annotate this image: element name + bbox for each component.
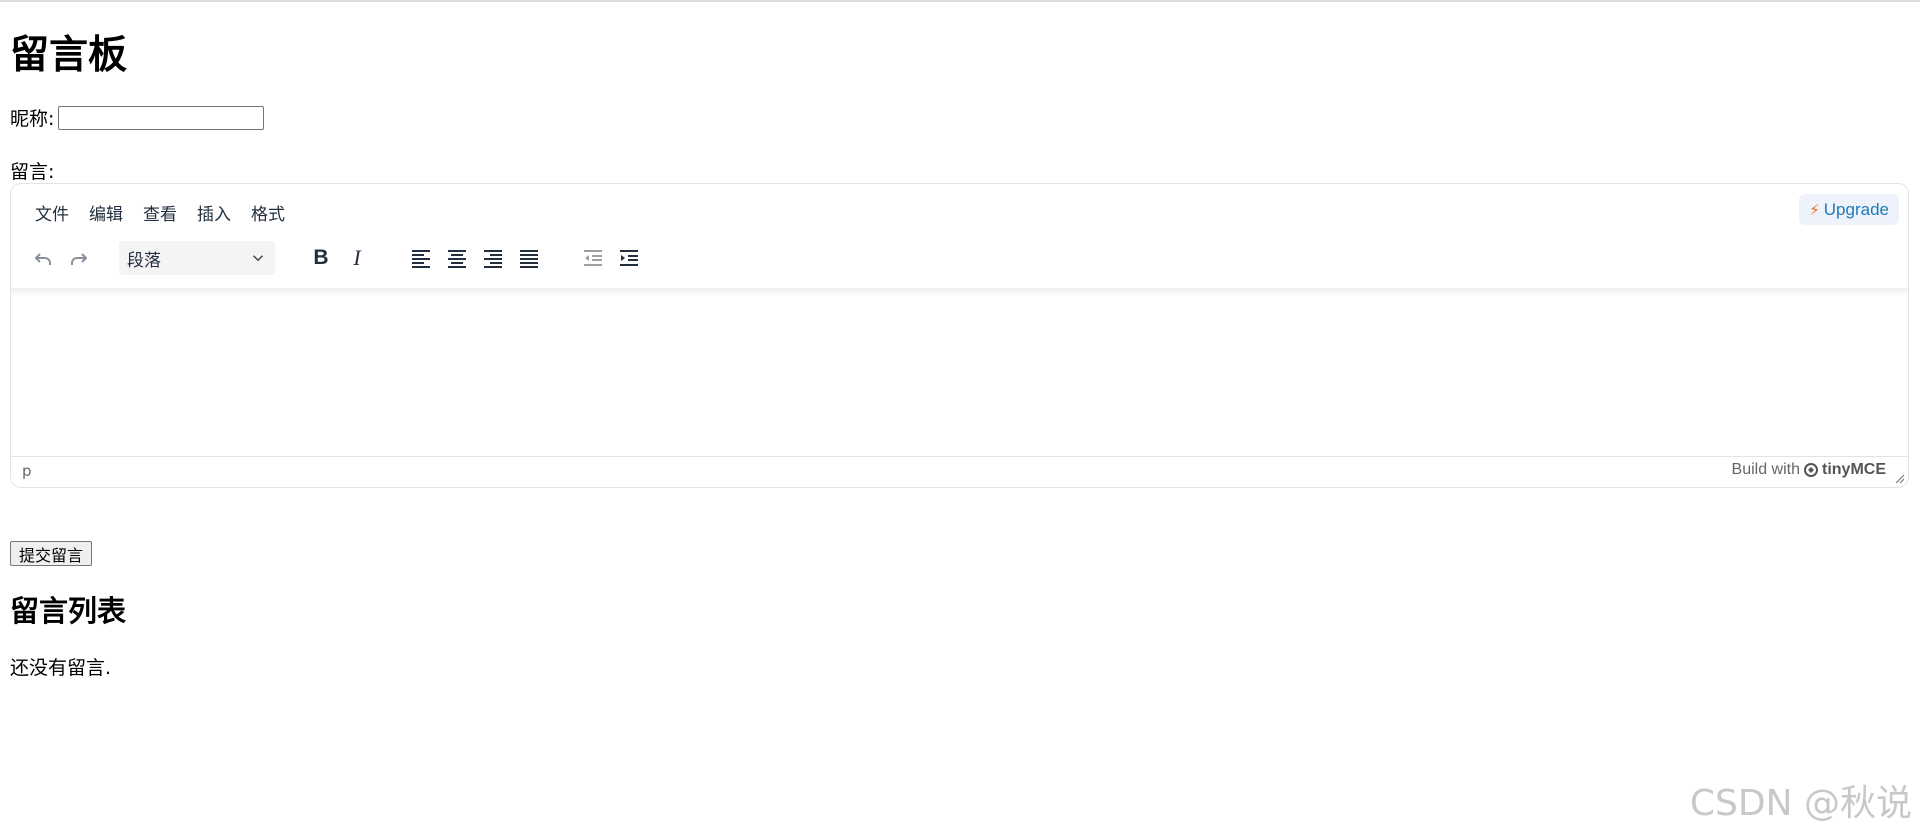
menu-edit[interactable]: 编辑 bbox=[79, 196, 133, 229]
indent-button[interactable] bbox=[611, 241, 647, 275]
menu-insert[interactable]: 插入 bbox=[187, 196, 241, 229]
menu-format[interactable]: 格式 bbox=[241, 196, 295, 229]
upgrade-button[interactable]: ⚡︎ Upgrade bbox=[1799, 194, 1899, 225]
bold-icon: B bbox=[313, 246, 329, 269]
brand-text: Build with bbox=[1731, 461, 1800, 478]
empty-message: 还没有留言. bbox=[10, 657, 112, 679]
nickname-label: 昵称: bbox=[10, 108, 55, 130]
align-justify-icon bbox=[520, 250, 538, 268]
outdent-button[interactable] bbox=[575, 241, 611, 275]
editor-toolbar: 段落 B I bbox=[25, 241, 647, 275]
tinymce-logo-icon bbox=[1804, 463, 1818, 477]
align-left-icon bbox=[412, 250, 430, 268]
brand-name: tinyMCE bbox=[1822, 461, 1886, 478]
align-center-icon bbox=[448, 250, 466, 268]
nickname-input[interactable] bbox=[58, 105, 265, 130]
align-left-button[interactable] bbox=[403, 241, 439, 275]
page-title: 留言板 bbox=[10, 33, 128, 78]
undo-button[interactable] bbox=[25, 241, 61, 275]
menu-view[interactable]: 查看 bbox=[133, 196, 187, 229]
align-right-icon bbox=[484, 250, 502, 268]
element-path[interactable]: p bbox=[22, 462, 32, 480]
align-center-button[interactable] bbox=[439, 241, 475, 275]
italic-button[interactable]: I bbox=[339, 241, 375, 275]
italic-icon: I bbox=[353, 245, 361, 270]
lightning-icon: ⚡︎ bbox=[1809, 201, 1820, 219]
editor-content-area[interactable] bbox=[11, 296, 1908, 468]
submit-button[interactable]: 提交留言 bbox=[10, 541, 93, 566]
rich-text-editor: 文件 编辑 查看 插入 格式 ⚡︎ Upgrade 段落 B I p Build… bbox=[10, 183, 1909, 488]
align-right-button[interactable] bbox=[475, 241, 511, 275]
bold-button[interactable]: B bbox=[303, 241, 339, 275]
block-format-value: 段落 bbox=[127, 250, 161, 271]
menu-file[interactable]: 文件 bbox=[25, 196, 79, 229]
tinymce-branding[interactable]: Build with tinyMCE bbox=[1732, 461, 1886, 479]
upgrade-label: Upgrade bbox=[1823, 199, 1889, 219]
toolbar-shadow bbox=[11, 288, 1908, 296]
outdent-icon bbox=[584, 250, 602, 266]
resize-handle-icon[interactable] bbox=[1893, 472, 1905, 484]
message-list-title: 留言列表 bbox=[10, 594, 127, 628]
editor-menubar: 文件 编辑 查看 插入 格式 bbox=[25, 196, 295, 229]
top-border bbox=[0, 0, 1920, 2]
redo-button[interactable] bbox=[61, 241, 97, 275]
chevron-down-icon bbox=[252, 255, 264, 262]
align-justify-button[interactable] bbox=[511, 241, 547, 275]
watermark: CSDN @秋说 bbox=[1689, 783, 1912, 824]
block-format-select[interactable]: 段落 bbox=[119, 241, 275, 275]
message-label: 留言: bbox=[10, 161, 55, 183]
indent-icon bbox=[620, 250, 638, 266]
undo-icon bbox=[35, 253, 51, 265]
nickname-row: 昵称: bbox=[10, 104, 265, 131]
editor-statusbar: p Build with tinyMCE bbox=[11, 456, 1908, 487]
redo-icon bbox=[71, 253, 87, 265]
